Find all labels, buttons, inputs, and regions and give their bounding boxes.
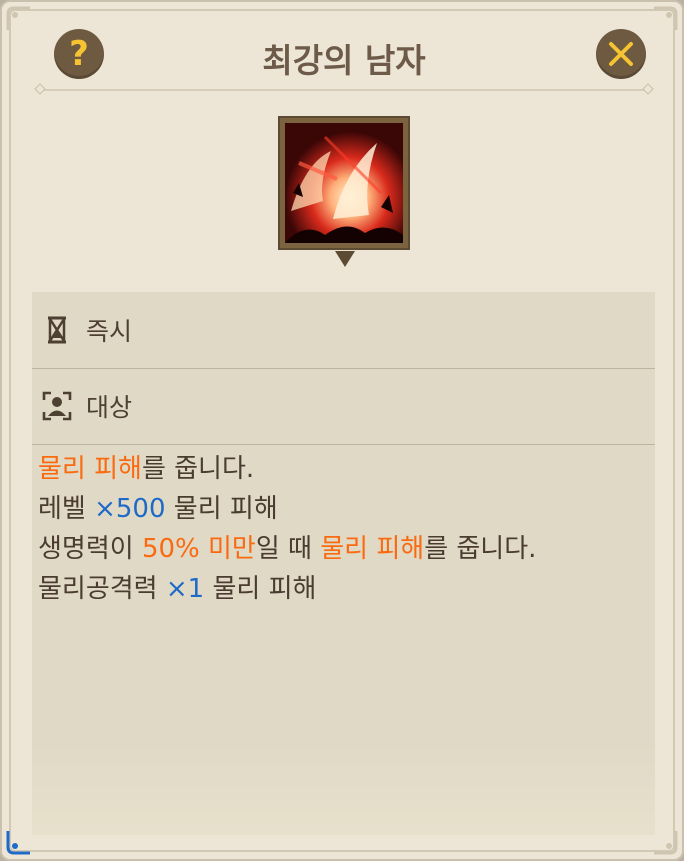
corner-ornament-icon — [6, 831, 30, 855]
cast-time-label: 즉시 — [86, 317, 133, 346]
skill-icon-frame — [278, 116, 410, 250]
close-button[interactable] — [596, 29, 646, 79]
question-icon: ? — [69, 34, 89, 74]
corner-ornament-icon — [6, 6, 30, 30]
skill-description: 물리 피해를 줍니다. 레벨 ×500 물리 피해 생명력이 50% 미만일 때… — [38, 449, 645, 609]
title-divider — [40, 89, 648, 91]
skill-pointer — [335, 251, 355, 267]
skill-title: 최강의 남자 — [262, 41, 426, 80]
skill-icon — [285, 123, 403, 243]
description-line: 물리 피해를 줍니다. — [38, 454, 255, 484]
target-row: 대상 — [32, 368, 655, 445]
description-line: 생명력이 50% 미만일 때 물리 피해를 줍니다. — [38, 534, 537, 564]
skill-info-box: 즉시 대상 물리 피해를 줍니다. 레벨 ×500 물리 피해 생명력이 50%… — [32, 292, 655, 835]
description-line: 물리공격력 ×1 물리 피해 — [38, 574, 317, 604]
skill-detail-popup: ? 최강의 남자 즉시 대상 물리 피해를 줍니다. 레벨 ×500 물리 피해… — [0, 0, 684, 861]
hourglass-icon — [48, 316, 66, 344]
corner-ornament-icon — [654, 831, 678, 855]
close-icon — [609, 42, 633, 66]
target-label: 대상 — [86, 393, 133, 422]
corner-ornament-icon — [654, 6, 678, 30]
target-person-icon — [42, 391, 72, 421]
help-button[interactable]: ? — [54, 29, 104, 79]
description-line: 레벨 ×500 물리 피해 — [38, 494, 278, 524]
cast-time-row: 즉시 — [32, 292, 655, 369]
